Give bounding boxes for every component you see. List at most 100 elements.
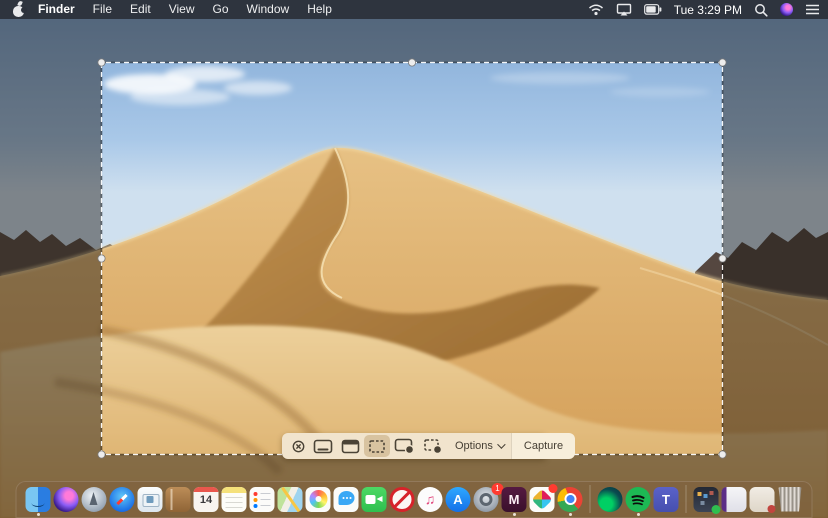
selection-handle-se[interactable]: [719, 451, 726, 458]
record-selection-icon: [423, 438, 443, 454]
apple-menu-icon[interactable]: [12, 2, 25, 17]
teams-icon: T: [654, 487, 679, 512]
reminders-icon: [250, 487, 275, 512]
messages-icon: [334, 487, 359, 512]
notes-icon: [222, 487, 247, 512]
menu-bar-clock[interactable]: Tue 3:29 PM: [674, 3, 742, 17]
dock-item-trash[interactable]: [778, 487, 803, 512]
dock-item-files-stack[interactable]: [750, 487, 775, 512]
dock-item-blocked-app[interactable]: [390, 487, 415, 512]
options-label: Options: [455, 440, 493, 452]
dock-item-documents-stack[interactable]: [722, 487, 747, 512]
app-store-icon: A: [446, 487, 471, 512]
menu-app-name[interactable]: Finder: [29, 0, 84, 19]
running-indicator: [569, 513, 572, 516]
notification-center-icon[interactable]: [805, 3, 820, 16]
dock-item-itunes[interactable]: ♫: [418, 487, 443, 512]
dock-item-safari[interactable]: [110, 487, 135, 512]
dock-item-siri[interactable]: [54, 487, 79, 512]
menu-file[interactable]: File: [84, 0, 121, 19]
dock-item-maps[interactable]: [278, 487, 303, 512]
capture-label: Capture: [524, 440, 563, 452]
chevron-down-icon: [497, 440, 505, 448]
selection-handle-n[interactable]: [408, 59, 415, 66]
close-button[interactable]: [288, 435, 309, 457]
dock-item-contacts[interactable]: [166, 487, 191, 512]
slack-badge: [549, 484, 558, 493]
search-icon[interactable]: [754, 3, 768, 17]
selection-handle-e[interactable]: [719, 255, 726, 262]
battery-icon[interactable]: [644, 4, 662, 15]
dock-item-spotify[interactable]: [626, 487, 651, 512]
dock: 14 ♫ A 1 M T: [16, 481, 813, 518]
selection-rectangle-ants[interactable]: [102, 63, 723, 455]
record-entire-screen-button[interactable]: [390, 435, 419, 457]
running-indicator: [513, 513, 516, 516]
dock-divider: [686, 485, 687, 513]
menu-go[interactable]: Go: [204, 0, 238, 19]
webex-icon: [598, 487, 623, 512]
capture-entire-screen-button[interactable]: [309, 435, 337, 457]
facetime-icon: [362, 487, 387, 512]
mail-icon: [138, 487, 163, 512]
spotify-icon: [626, 487, 651, 512]
selection-handle-sw[interactable]: [98, 451, 105, 458]
menu-edit[interactable]: Edit: [121, 0, 160, 19]
documents-stack-icon: [722, 487, 747, 512]
selection-handle-w[interactable]: [98, 255, 105, 262]
siri-app-icon: [54, 487, 79, 512]
menu-window[interactable]: Window: [238, 0, 299, 19]
running-indicator: [37, 513, 40, 516]
photos-icon: [306, 487, 331, 512]
dock-divider: [590, 485, 591, 513]
capture-selected-window-button[interactable]: [337, 435, 364, 457]
dock-item-microsoft-teams[interactable]: T: [654, 487, 679, 512]
capture-window-icon: [341, 439, 360, 454]
record-screen-icon: [394, 438, 415, 454]
dock-item-launchpad[interactable]: [82, 487, 107, 512]
dock-item-screenshots-stack[interactable]: [694, 487, 719, 512]
dock-item-facetime[interactable]: [362, 487, 387, 512]
dock-item-m-app[interactable]: M: [502, 487, 527, 512]
dock-item-chrome[interactable]: [558, 487, 583, 512]
selection-rectangle[interactable]: [102, 63, 723, 455]
menu-help[interactable]: Help: [298, 0, 341, 19]
wifi-icon[interactable]: [588, 3, 604, 16]
dock-item-messages[interactable]: [334, 487, 359, 512]
dock-item-slack[interactable]: [530, 487, 555, 512]
m-app-icon: M: [502, 487, 527, 512]
selection-handle-ne[interactable]: [719, 59, 726, 66]
capture-screen-icon: [313, 439, 333, 454]
running-indicator: [637, 513, 640, 516]
dock-item-system-preferences[interactable]: 1: [474, 487, 499, 512]
screenshot-toolbar: Options Capture: [282, 433, 547, 459]
dock-item-reminders[interactable]: [250, 487, 275, 512]
dock-item-app-store[interactable]: A: [446, 487, 471, 512]
dock-item-finder[interactable]: [26, 487, 51, 512]
dock-item-notes[interactable]: [222, 487, 247, 512]
capture-selected-portion-button[interactable]: [364, 435, 390, 457]
siri-icon[interactable]: [780, 3, 793, 16]
menu-bar: Finder File Edit View Go Window Help: [0, 0, 828, 19]
finder-icon: [26, 487, 51, 512]
dock-item-webex[interactable]: [598, 487, 623, 512]
screenshots-stack-icon: [694, 487, 719, 512]
record-selected-portion-button[interactable]: [419, 435, 447, 457]
selection-handle-nw[interactable]: [98, 59, 105, 66]
capture-selection-icon: [368, 439, 386, 454]
dock-item-calendar[interactable]: 14: [194, 487, 219, 512]
itunes-icon: ♫: [418, 487, 443, 512]
chrome-icon: [558, 487, 583, 512]
dock-item-mail[interactable]: [138, 487, 163, 512]
menu-view[interactable]: View: [160, 0, 204, 19]
prohibited-icon: [390, 487, 415, 512]
calendar-icon: 14: [194, 487, 219, 512]
launchpad-icon: [82, 487, 107, 512]
files-stack-icon: [750, 487, 775, 512]
close-icon: [292, 440, 305, 453]
trash-icon: [778, 487, 803, 512]
options-button[interactable]: Options: [447, 435, 511, 457]
airplay-display-icon[interactable]: [616, 3, 632, 16]
capture-button[interactable]: Capture: [511, 433, 575, 459]
dock-item-photos[interactable]: [306, 487, 331, 512]
